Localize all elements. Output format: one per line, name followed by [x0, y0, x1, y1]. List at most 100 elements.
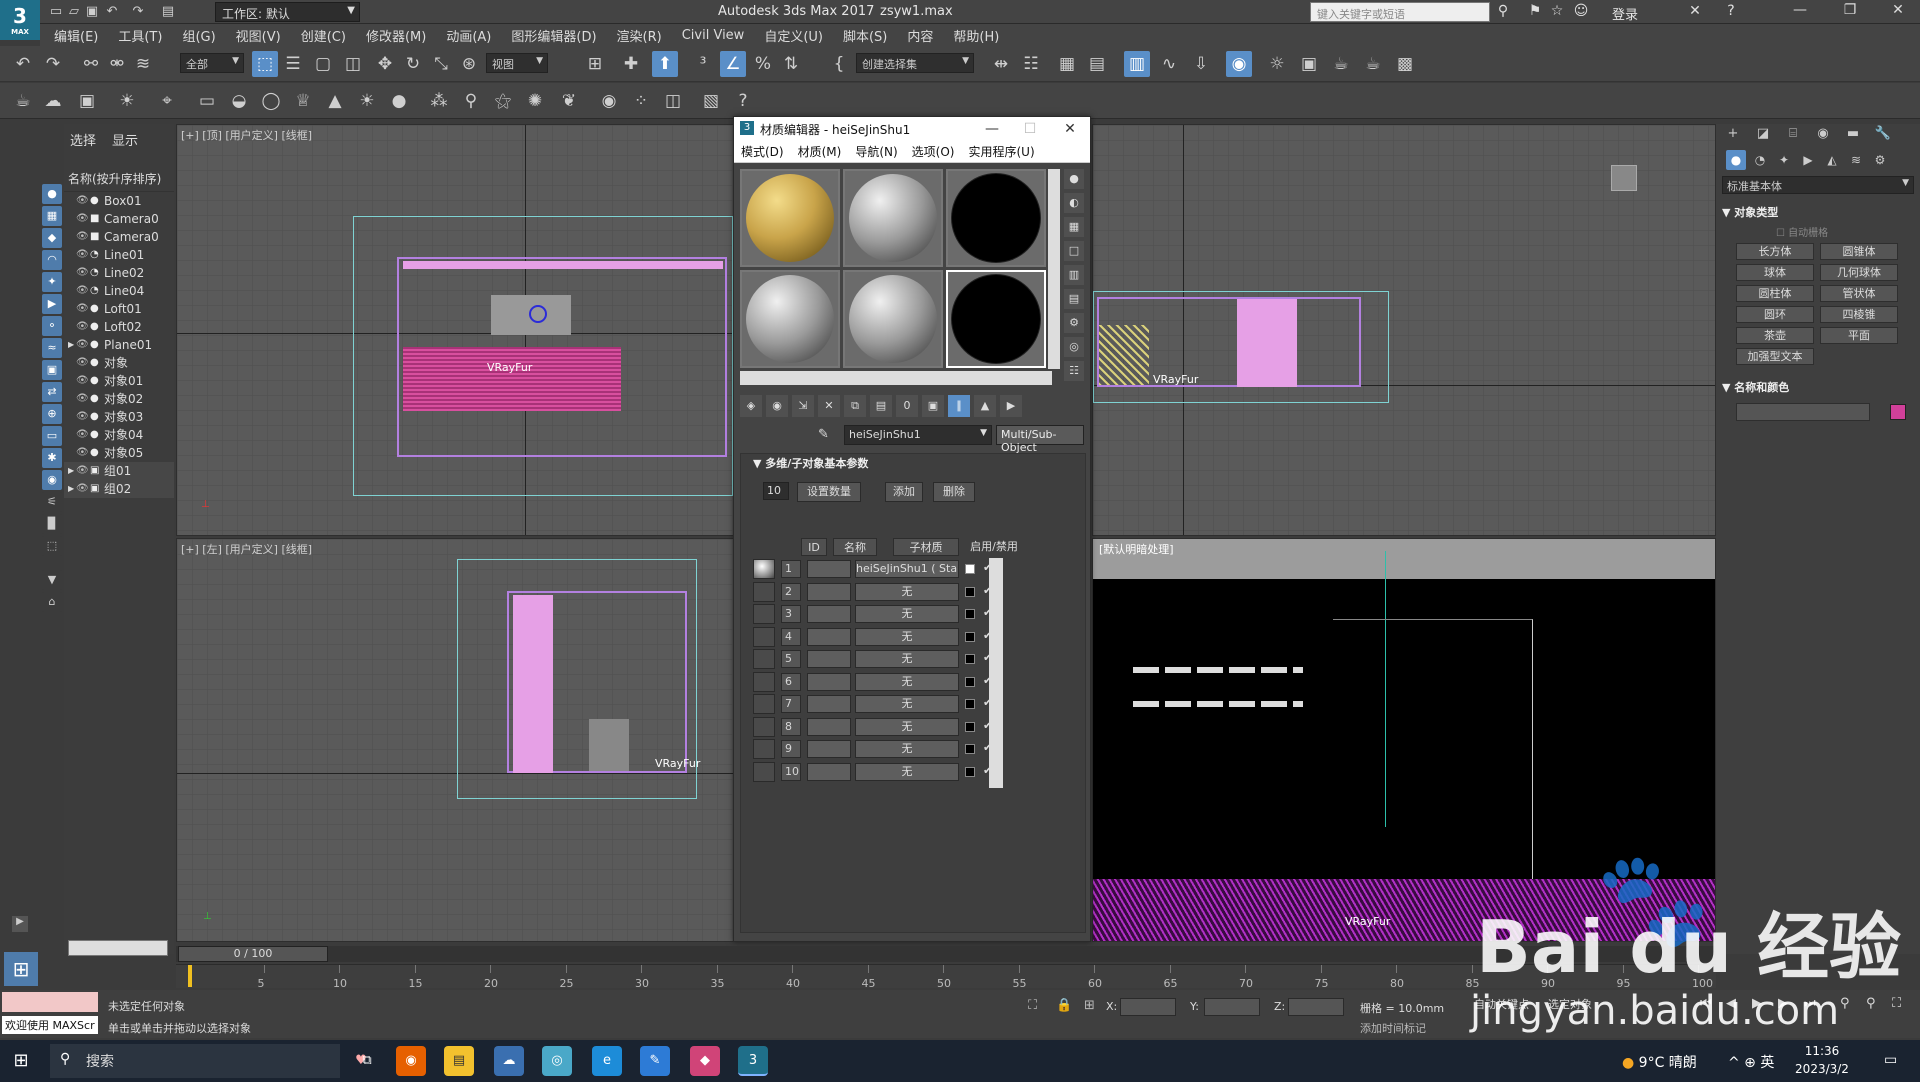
go-to-parent-icon[interactable]: ▲	[974, 395, 996, 417]
material-id-channel-icon[interactable]: 0	[896, 395, 918, 417]
video-color-check-icon[interactable]: ▥	[1064, 265, 1084, 285]
submaterial-button[interactable]: 无	[855, 672, 959, 691]
list-item[interactable]: ▶ 👁 ▣ 组01	[64, 462, 174, 480]
sample-slots-scrollbar[interactable]	[1048, 169, 1060, 369]
user-icon[interactable]: ☺	[1572, 3, 1590, 21]
rectangular-selection-icon[interactable]: ▢	[310, 51, 336, 77]
list-item[interactable]: 👁 ● Loft01	[64, 300, 174, 318]
eye-icon[interactable]: 👁	[76, 336, 90, 354]
submaterial-button[interactable]: heiSeJinShu1 ( Standard )	[855, 560, 959, 578]
expand-panel-icon[interactable]: ▶	[12, 916, 28, 932]
submaterial-name-field[interactable]	[807, 650, 851, 668]
list-item[interactable]: 👁 ● 对象01	[64, 372, 174, 390]
bind-space-warp-icon[interactable]: ≋	[130, 51, 156, 77]
submaterial-swatch[interactable]	[753, 626, 775, 647]
material-editor-titlebar[interactable]: 3 材质编辑器 - heiSeJinShu1 — ☐ ✕	[734, 117, 1090, 141]
binoculars-icon[interactable]: ⚲	[1494, 3, 1512, 21]
spinner-snap-icon[interactable]: ⇅	[778, 51, 804, 77]
sample-slot[interactable]	[946, 169, 1046, 267]
submaterial-id[interactable]: 4	[781, 627, 801, 646]
viewport-front[interactable]: VRayFur	[1092, 124, 1716, 536]
redo-icon[interactable]: ↷	[130, 4, 146, 20]
eye-icon[interactable]: 👁	[76, 480, 90, 498]
menu-graph-editors[interactable]: 图形编辑器(D)	[501, 26, 606, 45]
submaterial-color-swatch[interactable]	[965, 766, 975, 777]
scene-explorer-icon[interactable]: ▥	[1124, 51, 1150, 77]
curve-editor-icon[interactable]: ∿	[1156, 51, 1182, 77]
submaterial-button[interactable]: 无	[855, 650, 959, 668]
table-row[interactable]: 3 无 ✔	[753, 603, 1073, 626]
get-material-icon[interactable]: ◈	[740, 395, 762, 417]
invert-display-icon[interactable]: ⚟	[42, 492, 62, 512]
schematic-view-icon[interactable]: ⇩	[1188, 51, 1214, 77]
subscription-icon[interactable]: ⚑	[1526, 3, 1544, 21]
vray-plane-icon[interactable]: ⚝	[490, 88, 516, 114]
z-coord-field[interactable]	[1288, 998, 1344, 1016]
list-item[interactable]: 👁 ◔ Line01	[64, 246, 174, 264]
vray-help-icon[interactable]: ?	[730, 88, 756, 114]
time-slider-thumb[interactable]: 0 / 100	[178, 946, 328, 962]
display-cameras-icon[interactable]: ▶	[42, 294, 62, 314]
filter-icon[interactable]: ▼	[42, 570, 62, 590]
list-item[interactable]: 👁 ◔ Line04	[64, 282, 174, 300]
vray-proxy-icon[interactable]: ⁂	[426, 88, 452, 114]
notepad-icon[interactable]: ✎	[640, 1046, 670, 1076]
close-icon[interactable]: ✕	[1878, 2, 1918, 22]
tube-button[interactable]: 管状体	[1820, 285, 1898, 302]
menu-scripting[interactable]: 脚本(S)	[833, 26, 897, 45]
motion-tab-icon[interactable]: ◉	[1812, 126, 1834, 146]
material-navigator-icon[interactable]: ☷	[1064, 361, 1084, 381]
menu-help[interactable]: 帮助(H)	[943, 26, 1009, 45]
system-tray[interactable]: ^ ⊕ 英	[1728, 1052, 1774, 1072]
snaps-toggle-icon[interactable]: ³	[690, 51, 716, 77]
submaterial-swatch[interactable]	[753, 604, 775, 624]
named-selection-set-select[interactable]: 创建选择集 ▼	[856, 53, 974, 73]
favorites-star-icon[interactable]: ☆	[1548, 3, 1566, 21]
menu-civil-view[interactable]: Civil View	[672, 28, 755, 43]
systems-icon[interactable]: ⚙	[1870, 150, 1890, 170]
menu-modifiers[interactable]: 修改器(M)	[356, 26, 436, 45]
vray-material-icon[interactable]: ◉	[596, 88, 622, 114]
clock-date[interactable]: 2023/3/2	[1780, 1062, 1864, 1076]
eye-icon[interactable]: 👁	[76, 210, 90, 228]
table-row[interactable]: 10 无 ✔	[753, 761, 1073, 784]
vray-convert-icon[interactable]: ◫	[660, 88, 686, 114]
list-item[interactable]: 👁 ● Box01	[64, 192, 174, 210]
submaterial-swatch[interactable]	[753, 559, 775, 579]
viewport-layout-icon[interactable]: ⊞	[4, 952, 38, 986]
eye-icon[interactable]: 👁	[76, 408, 90, 426]
app-logo[interactable]: 3 MAX	[0, 0, 40, 40]
maxscript-listener-input[interactable]	[2, 992, 98, 1012]
list-item[interactable]: 👁 ◔ Line02	[64, 264, 174, 282]
teapot-button[interactable]: 茶壶	[1736, 327, 1814, 344]
3dsmax-taskbar-icon[interactable]: 3	[738, 1046, 768, 1076]
submaterial-id[interactable]: 5	[781, 650, 801, 668]
help-icon[interactable]: ?	[1722, 3, 1740, 21]
minimize-icon[interactable]: —	[978, 119, 1006, 139]
render-iterative-icon[interactable]: ☕	[1360, 51, 1386, 77]
col-submaterial[interactable]: 子材质	[893, 538, 959, 556]
submaterial-button[interactable]: 无	[855, 605, 959, 623]
vray-fur-icon[interactable]: ❦	[556, 88, 582, 114]
ime-indicator[interactable]: 英	[1760, 1055, 1774, 1071]
table-row[interactable]: 7 无 ✔	[753, 693, 1073, 716]
vray-multimat-icon[interactable]: ⁘	[628, 88, 654, 114]
list-item[interactable]: ▶ 👁 ▣ 组02	[64, 480, 174, 498]
add-button[interactable]: 添加	[885, 482, 923, 502]
put-to-scene-icon[interactable]: ◉	[766, 395, 788, 417]
eye-icon[interactable]: 👁	[76, 462, 90, 480]
submaterial-button[interactable]: 无	[855, 627, 959, 646]
app-icon-1[interactable]: ☁	[494, 1046, 524, 1076]
display-hidden-icon[interactable]: ◉	[42, 470, 62, 490]
submaterial-name-field[interactable]	[807, 605, 851, 623]
notification-icon[interactable]: ▭	[1884, 1052, 1897, 1068]
sample-slot[interactable]	[843, 169, 943, 267]
submaterial-name-field[interactable]	[807, 627, 851, 646]
me-menu-utilities[interactable]: 实用程序(U)	[961, 143, 1041, 160]
set-count-button[interactable]: 设置数量	[797, 482, 861, 502]
make-unique-icon[interactable]: ⧉	[844, 395, 866, 417]
app-icon-2[interactable]: ◎	[542, 1046, 572, 1076]
display-xrefs-icon[interactable]: ⇄	[42, 382, 62, 402]
eye-icon[interactable]: 👁	[76, 372, 90, 390]
display-frozen-icon[interactable]: ✱	[42, 448, 62, 468]
